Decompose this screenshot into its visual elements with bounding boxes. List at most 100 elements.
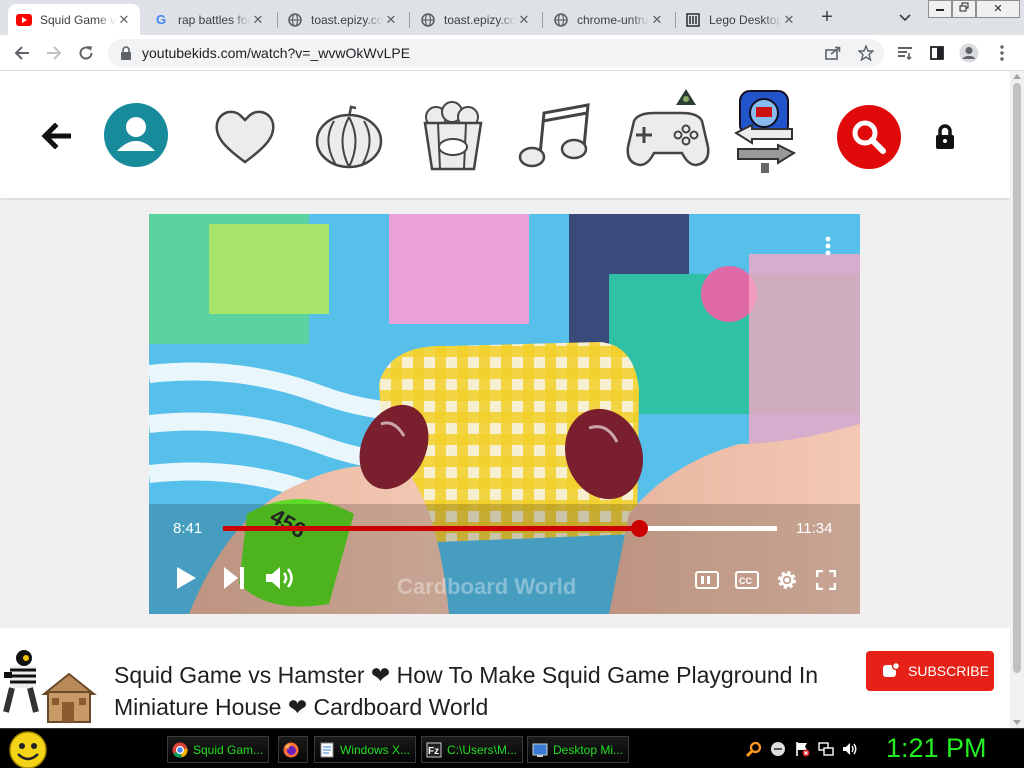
tray-search-icon[interactable] bbox=[746, 741, 762, 757]
settings-gear-icon[interactable] bbox=[776, 569, 798, 591]
profile-avatar-icon bbox=[959, 43, 979, 63]
scroll-down-arrow-icon[interactable] bbox=[1013, 720, 1021, 725]
globe-favicon bbox=[287, 12, 303, 28]
subscribe-button[interactable]: SUBSCRIBE bbox=[866, 651, 994, 691]
channel-avatar-cardboard-house[interactable] bbox=[40, 670, 98, 724]
back-arrow-icon bbox=[14, 46, 29, 60]
game-controller-icon[interactable] bbox=[624, 87, 712, 173]
subscribe-icon bbox=[883, 662, 900, 677]
lock-icon[interactable] bbox=[932, 123, 958, 151]
youtube-favicon bbox=[16, 12, 32, 28]
taskbar-item-firefox[interactable] bbox=[278, 736, 308, 763]
restore-window-button[interactable] bbox=[952, 0, 976, 18]
lock-icon[interactable] bbox=[120, 46, 132, 60]
tab-toast-2[interactable]: toast.epizy.com ✕ bbox=[412, 4, 540, 35]
page-scrollbar[interactable] bbox=[1010, 71, 1024, 728]
address-bar[interactable]: youtubekids.com/watch?v=_wvwOkWvLPE bbox=[108, 39, 884, 67]
tab-rap-battles[interactable]: G rap battles for kids ✕ bbox=[146, 4, 274, 35]
close-tab-icon[interactable]: ✕ bbox=[250, 12, 266, 28]
video-title: Squid Game vs Hamster ❤ How To Make Squi… bbox=[114, 662, 819, 720]
tray-network-icon[interactable] bbox=[818, 741, 834, 757]
scroll-thumb[interactable] bbox=[1013, 83, 1021, 673]
close-tab-icon[interactable]: ✕ bbox=[781, 12, 797, 28]
close-tab-icon[interactable]: ✕ bbox=[383, 12, 399, 28]
start-button-smiley-icon[interactable] bbox=[8, 731, 48, 768]
search-icon[interactable] bbox=[837, 105, 901, 169]
video-frame: 456 bbox=[149, 214, 860, 614]
tray-status-icon[interactable] bbox=[770, 741, 786, 757]
kids-navigation-bar bbox=[0, 71, 1010, 199]
progress-fill bbox=[223, 526, 640, 531]
tab-search-chevron-icon[interactable] bbox=[893, 6, 917, 30]
taskbar-clock[interactable]: 1:21 PM bbox=[886, 733, 987, 764]
globe-favicon bbox=[420, 12, 436, 28]
notepad-icon bbox=[320, 742, 334, 757]
reload-button[interactable] bbox=[72, 39, 100, 67]
svg-text:G: G bbox=[155, 12, 165, 27]
url-text[interactable]: youtubekids.com/watch?v=_wvwOkWvLPE bbox=[142, 45, 410, 61]
menu-button[interactable] bbox=[988, 39, 1016, 67]
share-icon[interactable] bbox=[825, 46, 841, 60]
volume-icon[interactable] bbox=[265, 566, 299, 590]
desktop-minifig-icon bbox=[532, 743, 548, 757]
tray-volume-icon[interactable] bbox=[842, 741, 858, 757]
tray-action-center-flag-icon[interactable] bbox=[794, 741, 810, 757]
tab-squid-game[interactable]: Squid Game vs Hamster ✕ bbox=[8, 4, 140, 35]
tab-title: Squid Game vs Hamster bbox=[40, 12, 116, 27]
progress-track[interactable] bbox=[223, 520, 777, 537]
closed-captions-icon[interactable]: CC bbox=[735, 571, 759, 589]
tab-title: rap battles for kids bbox=[178, 12, 250, 27]
popcorn-icon[interactable] bbox=[420, 101, 486, 171]
taskbar-item-desktop-minifig[interactable]: Desktop Mi... bbox=[527, 736, 629, 763]
lego-nav-icon[interactable] bbox=[732, 89, 798, 173]
reading-list-icon bbox=[898, 47, 912, 60]
bookmark-star-icon[interactable] bbox=[858, 45, 874, 61]
screen: Squid Game vs Hamster ✕ G rap battles fo… bbox=[0, 0, 1024, 768]
chrome-icon bbox=[172, 742, 188, 758]
close-tab-icon[interactable]: ✕ bbox=[116, 12, 132, 28]
video-player[interactable]: 456 Cardboard World 8:41 11:34 CC bbox=[149, 214, 860, 614]
museum-favicon bbox=[685, 12, 701, 28]
firefox-icon bbox=[283, 742, 299, 757]
miniplayer-icon[interactable] bbox=[695, 571, 719, 589]
minimize-window-button[interactable] bbox=[928, 0, 952, 18]
music-note-icon[interactable] bbox=[518, 103, 594, 169]
scroll-up-arrow-icon[interactable] bbox=[1013, 74, 1021, 79]
back-arrow-icon[interactable] bbox=[38, 121, 74, 151]
page-content: 456 Cardboard World 8:41 11:34 CC Squid … bbox=[0, 71, 1010, 728]
heart-icon[interactable] bbox=[213, 105, 277, 167]
video-options-icon[interactable] bbox=[825, 236, 831, 256]
minifig-mascot-icon bbox=[3, 650, 39, 713]
tab-title: toast.epizy.com bbox=[311, 12, 383, 27]
forward-button[interactable] bbox=[40, 39, 68, 67]
new-tab-button[interactable]: + bbox=[815, 6, 839, 30]
taskbar-item-notepad[interactable]: Windows X... bbox=[314, 736, 416, 763]
profile-icon[interactable] bbox=[104, 103, 168, 167]
tab-title: chrome-untrusted bbox=[577, 12, 649, 27]
side-panel-button[interactable] bbox=[923, 39, 951, 67]
tab-chrome-untrusted[interactable]: chrome-untrusted ✕ bbox=[545, 4, 673, 35]
taskbar-item-chrome[interactable]: Squid Gam... bbox=[167, 736, 269, 763]
current-time: 8:41 bbox=[173, 520, 203, 537]
browser-toolbar: youtubekids.com/watch?v=_wvwOkWvLPE bbox=[0, 35, 1024, 71]
progress-scrubber[interactable] bbox=[631, 520, 649, 537]
close-tab-icon[interactable]: ✕ bbox=[649, 12, 665, 28]
next-track-icon[interactable] bbox=[223, 566, 245, 590]
duration: 11:34 bbox=[796, 520, 833, 537]
play-icon[interactable] bbox=[175, 566, 197, 590]
tab-title: Lego Desktop bbox=[709, 12, 781, 27]
globe-favicon bbox=[553, 12, 569, 28]
close-tab-icon[interactable]: ✕ bbox=[516, 12, 532, 28]
tab-toast-1[interactable]: toast.epizy.com ✕ bbox=[279, 4, 407, 35]
close-window-button[interactable]: ✕ bbox=[976, 0, 1020, 18]
tab-lego-desktop[interactable]: Lego Desktop ✕ bbox=[677, 4, 805, 35]
pumpkin-icon[interactable] bbox=[314, 104, 384, 169]
reading-list-button[interactable] bbox=[891, 39, 919, 67]
back-button[interactable] bbox=[8, 39, 36, 67]
svg-text:Fz: Fz bbox=[428, 746, 439, 757]
taskbar-item-filezilla[interactable]: Fz C:\Users\M... bbox=[421, 736, 523, 763]
tab-separator bbox=[277, 12, 278, 28]
fullscreen-icon[interactable] bbox=[816, 570, 836, 590]
video-info-bar: Squid Game vs Hamster ❤ How To Make Squi… bbox=[0, 628, 1010, 728]
profile-button[interactable] bbox=[955, 39, 983, 67]
